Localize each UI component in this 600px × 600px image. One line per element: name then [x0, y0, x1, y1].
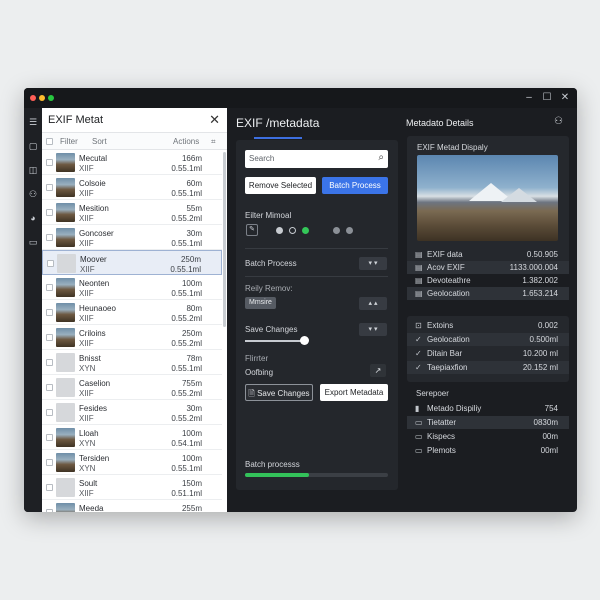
metadata-title: EXIF /metadata [236, 116, 320, 130]
export-metadata-button[interactable]: Export Metadata [320, 384, 388, 401]
detail-value: 20.152 ml [522, 363, 558, 372]
external-link-icon[interactable]: ↗ [370, 364, 386, 377]
detail-key: Kispecs [427, 432, 456, 441]
divider [245, 248, 388, 249]
detail-key: Plemots [427, 446, 456, 455]
detail-value: 0.50.905 [526, 250, 558, 259]
detail-value: 1.653.214 [522, 289, 558, 298]
detail-key: Metado Dispiliy [427, 404, 482, 413]
search-input[interactable]: Search ⌕ [245, 150, 388, 168]
detail-value: 10.200 ml [522, 349, 558, 358]
row-icon: ▭ [415, 446, 423, 455]
save-changes-button-label: Save Changes [257, 389, 310, 398]
batch-process-label: Batch Process [245, 259, 297, 268]
slider-track[interactable] [245, 340, 305, 342]
detail-key: Geolocation [427, 335, 470, 344]
preview-title: EXIF Metad Dispaly [417, 143, 488, 152]
divider [245, 276, 388, 277]
detail-key: Devoteathre [427, 276, 471, 285]
save-changes-label: Save Changes [245, 325, 298, 334]
detail-key: EXIF data [427, 250, 463, 259]
save-changes-button[interactable]: 🗎 Save Changes [245, 384, 313, 401]
slider-knob[interactable] [300, 336, 309, 345]
radio-option-3[interactable] [333, 227, 340, 234]
detail-key: Extoins [427, 321, 454, 330]
order-stepper[interactable]: ▴ ▴ [359, 297, 387, 310]
remove-label: Reily Remov: [245, 284, 293, 293]
batch-process-button[interactable]: Batch Process [322, 177, 388, 194]
detail-value: 00m [542, 432, 558, 441]
preview-image [417, 155, 558, 241]
user-icon[interactable]: ⚇ [554, 116, 563, 127]
filter-label: Eilter Mimoal [245, 211, 292, 220]
detail-key: Acov EXIF [427, 263, 465, 272]
row-icon: ▤ [415, 289, 423, 298]
save-changes-dropdown[interactable]: ▾ ▾ [359, 323, 387, 336]
detail-value: 1133.000.004 [509, 263, 558, 272]
detail-key: Tietatter [427, 418, 457, 427]
row-icon: ✓ [415, 349, 422, 358]
detail-value: 00ml [540, 446, 558, 455]
detail-value: 0.500ml [529, 335, 558, 344]
row-icon: ⊡ [415, 321, 422, 330]
detail-key: Geolocation [427, 289, 470, 298]
batch-progress-fill [245, 473, 310, 477]
row-icon: ✓ [415, 335, 422, 344]
remove-selected-button[interactable]: Remove Selected [245, 177, 316, 194]
row-icon: ▮ [415, 404, 420, 413]
detail-key: Taepiaxfion [427, 363, 468, 372]
detail-value: 1.382.002 [522, 276, 558, 285]
row-icon: ▤ [415, 263, 423, 272]
row-icon: ▭ [415, 432, 423, 441]
row-icon: ▤ [415, 276, 423, 285]
filter2-label: Flirrter [245, 354, 269, 363]
detail-key: Ditain Bar [427, 349, 463, 358]
batch-process-dropdown[interactable]: ▾ ▾ [359, 257, 387, 270]
search-placeholder: Search [249, 154, 275, 163]
batch-progress-label: Batch processs [245, 460, 300, 469]
mountain-shape [501, 188, 537, 202]
detail-value: 0.002 [537, 321, 558, 330]
detail-value: 754 [544, 404, 558, 413]
search-icon: ⌕ [378, 152, 384, 163]
row-icon: ▭ [415, 418, 423, 427]
edit-icon[interactable]: ✎ [246, 224, 258, 236]
row-icon: ▤ [415, 250, 423, 259]
title-underline [254, 137, 302, 139]
details-title: Metadato Details [406, 118, 474, 128]
radio-option-1[interactable] [276, 227, 283, 234]
section-title: Serepoer [416, 389, 449, 398]
status-green-dot [302, 227, 309, 234]
ordering-label: Oofbing [245, 368, 274, 377]
detail-value: 0830m [533, 418, 558, 427]
radio-option-4[interactable] [346, 227, 353, 234]
row-icon: ✓ [415, 363, 422, 372]
radio-option-2[interactable] [289, 227, 296, 234]
tag-chip[interactable]: Mmsire [245, 297, 276, 309]
